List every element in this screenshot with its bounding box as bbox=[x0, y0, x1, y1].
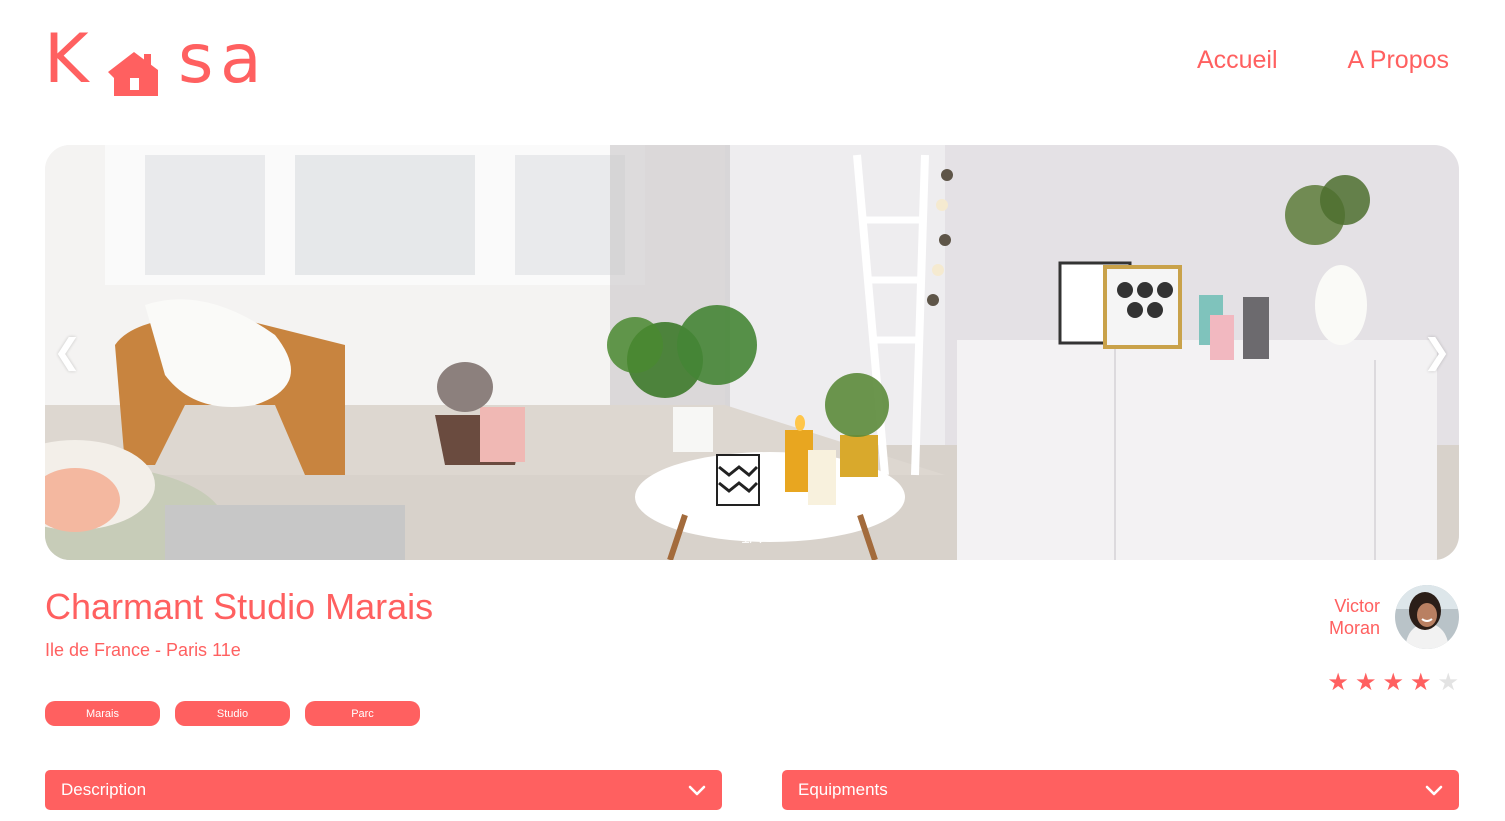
nav-link-accueil[interactable]: Accueil bbox=[1197, 46, 1278, 75]
site-header: K s a Accueil A Propos bbox=[0, 0, 1505, 130]
host-avatar bbox=[1395, 585, 1459, 649]
image-carousel: ❮ ❯ 1/4 bbox=[45, 145, 1459, 560]
equipments-collapse-label: Equipments bbox=[798, 780, 888, 799]
listing-photo bbox=[45, 145, 1459, 560]
chevron-left-icon: ❮ bbox=[53, 332, 82, 372]
rating-stars: ★ ★ ★ ★ ★ bbox=[1327, 668, 1459, 696]
tag-marais: Marais bbox=[45, 701, 160, 726]
host-last-name: Moran bbox=[1328, 618, 1380, 638]
host-first-name: Victor bbox=[1334, 596, 1380, 616]
carousel-prev-button[interactable]: ❮ bbox=[53, 335, 82, 369]
description-collapse-label: Description bbox=[61, 780, 147, 799]
star-icon: ★ bbox=[1382, 668, 1404, 696]
star-icon: ★ bbox=[1354, 668, 1377, 696]
tag-list: Marais Studio Parc bbox=[45, 701, 420, 726]
chevron-down-icon bbox=[688, 785, 706, 796]
carousel-counter: 1/4 bbox=[740, 530, 764, 547]
tag-parc: Parc bbox=[305, 701, 420, 726]
kasa-logo[interactable]: K s a bbox=[44, 22, 274, 100]
equipments-collapse[interactable]: Equipments bbox=[782, 770, 1459, 810]
chevron-right-icon: ❯ bbox=[1422, 332, 1452, 372]
star-icon: ★ bbox=[1409, 668, 1432, 696]
carousel-next-button[interactable]: ❯ bbox=[1423, 335, 1452, 369]
host-info: Victor Moran bbox=[1329, 585, 1459, 649]
nav-link-a-propos[interactable]: A Propos bbox=[1348, 46, 1449, 75]
house-icon bbox=[108, 52, 158, 96]
avatar-image bbox=[1395, 585, 1459, 649]
description-collapse[interactable]: Description bbox=[45, 770, 722, 810]
tag-studio: Studio bbox=[175, 701, 290, 726]
chevron-down-icon bbox=[1425, 785, 1443, 796]
star-icon: ★ bbox=[1327, 668, 1349, 696]
listing-location: Ile de France - Paris 11e bbox=[45, 640, 241, 660]
host-name: Victor Moran bbox=[1329, 595, 1380, 639]
main-nav: Accueil A Propos bbox=[1197, 46, 1449, 75]
star-icon: ★ bbox=[1437, 668, 1459, 696]
listing-title: Charmant Studio Marais bbox=[45, 586, 434, 627]
